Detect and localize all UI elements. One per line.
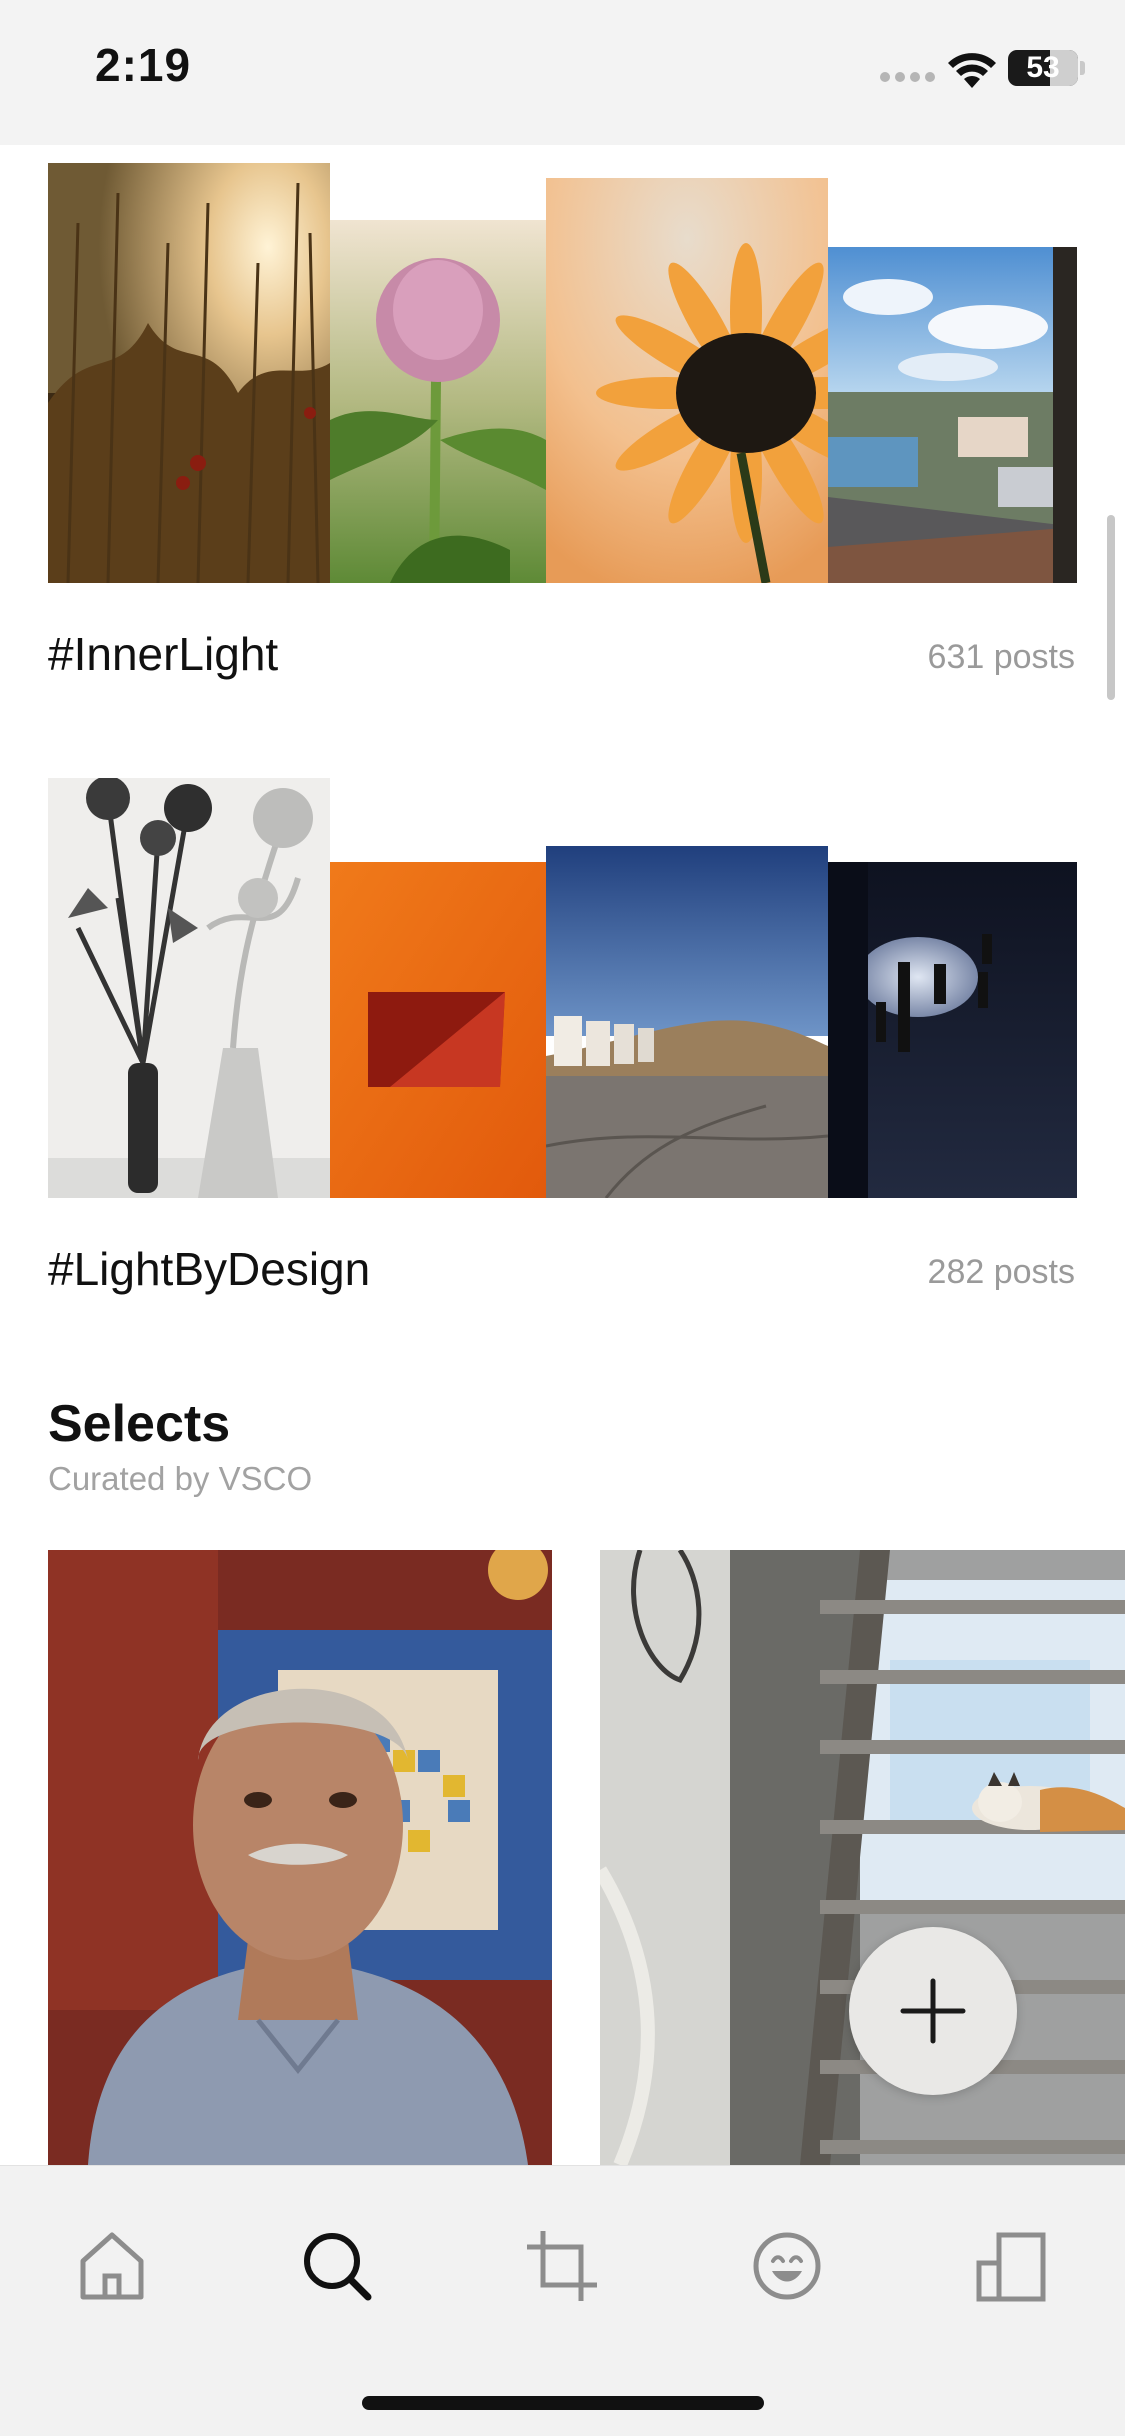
- search-tab[interactable]: [292, 2221, 382, 2311]
- studio-tab[interactable]: [517, 2221, 607, 2311]
- battery-nub: [1080, 61, 1085, 75]
- create-post-button[interactable]: [849, 1927, 1017, 2095]
- battery-level: 53: [1026, 51, 1060, 84]
- beach-huts-blue-sky-photo[interactable]: [546, 846, 828, 1198]
- home-icon: [80, 2232, 144, 2300]
- home-tab[interactable]: [67, 2221, 157, 2311]
- battery-icon: 53: [1008, 50, 1078, 86]
- home-indicator[interactable]: [362, 2396, 764, 2410]
- portrait-older-man-photo[interactable]: [48, 1550, 552, 2165]
- selects-title: Selects: [48, 1395, 231, 1453]
- profile-stats-icon: [976, 2232, 1046, 2302]
- crop-icon: [527, 2231, 597, 2301]
- orange-daisy-backlit-photo[interactable]: [546, 178, 828, 583]
- hashtag-title[interactable]: #LightByDesign: [48, 1242, 370, 1296]
- scrollbar[interactable]: [1107, 515, 1115, 700]
- hashtag-title[interactable]: #InnerLight: [48, 627, 278, 681]
- status-bar: 2:19 53: [0, 0, 1125, 145]
- hashtag-post-count: 631 posts: [927, 638, 1075, 676]
- carnation-vase-shadow-photo[interactable]: [48, 778, 330, 1198]
- profile-tab[interactable]: [967, 2221, 1057, 2311]
- silhouettes-spotlight-photo[interactable]: [828, 862, 1077, 1198]
- search-icon: [304, 2233, 372, 2301]
- orange-wall-red-square-photo[interactable]: [330, 862, 546, 1198]
- hashtag-post-count: 282 posts: [927, 1253, 1075, 1291]
- plus-icon: [900, 1978, 966, 2044]
- signal-dots-icon: [880, 72, 935, 84]
- town-rooftops-sky-photo[interactable]: [828, 247, 1077, 583]
- pink-clover-flower-photo[interactable]: [330, 220, 546, 583]
- field-grass-sunset-photo[interactable]: [48, 163, 330, 583]
- wifi-icon: [948, 53, 996, 88]
- selects-subtitle: Curated by VSCO: [48, 1460, 313, 1497]
- status-time: 2:19: [95, 39, 192, 91]
- spaces-tab[interactable]: [742, 2221, 832, 2311]
- smiley-icon: [753, 2232, 821, 2300]
